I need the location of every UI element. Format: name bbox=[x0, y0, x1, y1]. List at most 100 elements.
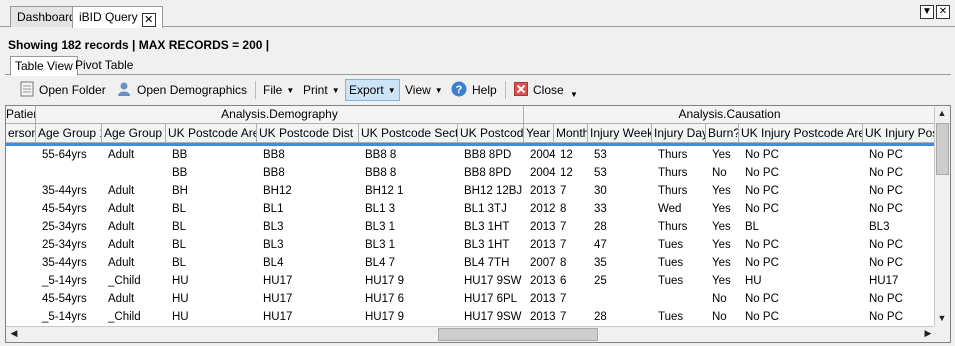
table-cell: No PC bbox=[869, 311, 903, 323]
horizontal-scrollbar[interactable]: ◀ ▶ bbox=[6, 326, 936, 342]
table-cell bbox=[592, 290, 654, 308]
table-row[interactable]: 45-54yrs Adult HU HU17 HU17 6 HU17 6PL 2013 7 No… bbox=[6, 290, 936, 308]
table-cell: Yes bbox=[712, 149, 731, 161]
column-header[interactable]: erson bbox=[6, 124, 36, 143]
table-cell: BL3 1 bbox=[365, 239, 396, 251]
file-menu-button[interactable]: File ▼ bbox=[260, 79, 297, 101]
export-menu-button[interactable]: Export ▼ bbox=[345, 79, 400, 101]
column-header[interactable]: UK Postcode Sector bbox=[359, 124, 458, 143]
table-cell: HU17 9 bbox=[365, 311, 404, 323]
table-cell: BH12 1 bbox=[365, 185, 404, 197]
table-cell: No PC bbox=[745, 239, 779, 251]
scroll-down-icon[interactable]: ▼ bbox=[935, 312, 949, 326]
column-header[interactable]: Month bbox=[554, 124, 588, 143]
table-cell: Adult bbox=[108, 221, 135, 233]
dropdown-caret-icon: ▼ bbox=[286, 85, 295, 95]
table-cell: _5-14yrs bbox=[42, 311, 87, 323]
close-window-icon[interactable]: ✕ bbox=[936, 5, 950, 19]
column-header[interactable]: UK Postcode bbox=[458, 124, 524, 143]
table-cell: No PC bbox=[745, 167, 779, 179]
close-tab-icon[interactable]: ✕ bbox=[141, 13, 156, 27]
table-cell: No bbox=[712, 167, 727, 179]
toolbar-overflow-icon[interactable]: ▼ bbox=[567, 83, 581, 105]
table-cell: No PC bbox=[869, 203, 903, 215]
column-header[interactable]: Burn? bbox=[706, 124, 739, 143]
dropdown-caret-icon: ▼ bbox=[331, 85, 340, 95]
table-row[interactable]: BB BB8 BB8 8 BB8 8PD 2004 12 53 Thurs No No PC No … bbox=[6, 164, 936, 182]
table-cell: No PC bbox=[869, 149, 903, 161]
column-header[interactable]: UK Postcode Dist bbox=[257, 124, 359, 143]
table-cell bbox=[10, 254, 38, 272]
table-cell: BL1 bbox=[263, 203, 284, 215]
table-cell: Thurs bbox=[658, 221, 688, 233]
table-row[interactable]: 25-34yrs Adult BL BL3 BL3 1 BL3 1HT 2013 7 47 Tue… bbox=[6, 236, 936, 254]
horizontal-scroll-thumb[interactable] bbox=[438, 328, 598, 341]
dropdown-caret-icon: ▼ bbox=[434, 85, 443, 95]
column-header[interactable]: Age Group 2 bbox=[102, 124, 166, 143]
table-row[interactable]: _5-14yrs _Child HU HU17 HU17 9 HU17 9SW 2013 6 2… bbox=[6, 272, 936, 290]
table-cell: 2013 bbox=[530, 239, 556, 251]
table-cell: 25-34yrs bbox=[42, 239, 87, 251]
table-cell: 30 bbox=[594, 185, 607, 197]
table-cell: HU17 bbox=[263, 275, 293, 287]
tab-ibid-query[interactable]: iBID Query ✕ bbox=[72, 6, 163, 28]
column-header[interactable]: UK Postcode Area bbox=[166, 124, 257, 143]
column-header[interactable]: UK Injury Post bbox=[863, 124, 936, 143]
open-folder-button[interactable]: Open Folder bbox=[17, 79, 109, 101]
table-row[interactable]: 25-34yrs Adult BL BL3 BL3 1 BL3 1HT 2013 7 28 Thu… bbox=[6, 218, 936, 236]
scroll-up-icon[interactable]: ▲ bbox=[935, 107, 949, 121]
close-label: Close bbox=[533, 83, 564, 97]
table-row[interactable]: 35-44yrs Adult BH BH12 BH12 1 BH12 12BJ 2013 7 3… bbox=[6, 182, 936, 200]
toolbar-separator bbox=[255, 81, 256, 99]
table-cell: Yes bbox=[712, 239, 731, 251]
open-demographics-button[interactable]: Open Demographics bbox=[113, 79, 250, 101]
toolbar-separator bbox=[505, 81, 506, 99]
results-table[interactable]: Patien Analysis.Demography Analysis.Caus… bbox=[5, 105, 951, 343]
print-menu-button[interactable]: Print ▼ bbox=[300, 79, 343, 101]
close-button[interactable]: Close bbox=[511, 79, 567, 101]
table-cell bbox=[10, 200, 38, 218]
table-cell: 6 bbox=[560, 275, 567, 287]
vertical-scroll-thumb[interactable] bbox=[936, 123, 949, 175]
table-cell bbox=[10, 218, 38, 236]
table-row[interactable]: 35-44yrs Adult BL BL4 BL4 7 BL4 7TH 2007 8 35 Tue… bbox=[6, 254, 936, 272]
table-cell: No PC bbox=[745, 149, 779, 161]
scroll-left-icon[interactable]: ◀ bbox=[7, 327, 21, 341]
column-header[interactable]: Year bbox=[524, 124, 554, 143]
table-cell: HU bbox=[745, 275, 762, 287]
vertical-scrollbar[interactable]: ▲ ▼ bbox=[934, 106, 950, 327]
column-header[interactable]: Injury Day bbox=[652, 124, 706, 143]
table-cell: 28 bbox=[594, 221, 607, 233]
table-cell: BB8 8 bbox=[365, 167, 397, 179]
help-icon: ? bbox=[451, 81, 467, 100]
table-cell: No PC bbox=[869, 239, 903, 251]
table-cell: 7 bbox=[560, 221, 567, 233]
table-row[interactable]: 45-54yrs Adult BL BL1 BL1 3 BL1 3TJ 2012 8 33 Wed… bbox=[6, 200, 936, 218]
table-cell: 7 bbox=[560, 293, 567, 305]
view-menu-label: View bbox=[405, 83, 431, 97]
table-row[interactable]: 55-64yrs Adult BB BB8 BB8 8 BB8 8PD 2004 12 53 Th… bbox=[6, 146, 936, 164]
table-cell: BL3 bbox=[869, 221, 890, 233]
svg-text:?: ? bbox=[456, 84, 463, 96]
column-header[interactable]: UK Injury Postcode Area bbox=[739, 124, 863, 143]
table-cell: Yes bbox=[712, 275, 731, 287]
help-button[interactable]: ? Help bbox=[448, 79, 500, 101]
table-cell: 2007 bbox=[530, 257, 556, 269]
chevron-down-icon[interactable]: ▼ bbox=[920, 5, 934, 19]
view-menu-button[interactable]: View ▼ bbox=[402, 79, 446, 101]
table-cell: HU17 9SW bbox=[464, 311, 522, 323]
table-cell: No PC bbox=[745, 185, 779, 197]
column-header[interactable]: Injury Week bbox=[588, 124, 652, 143]
table-cell: 8 bbox=[560, 203, 567, 215]
tab-table-view[interactable]: Table View bbox=[10, 56, 78, 76]
table-cell: Yes bbox=[712, 203, 731, 215]
scroll-right-icon[interactable]: ▶ bbox=[921, 327, 935, 341]
open-folder-label: Open Folder bbox=[39, 83, 106, 97]
column-header[interactable]: Age Group 1 bbox=[36, 124, 102, 143]
table-cell: No PC bbox=[869, 167, 903, 179]
table-cell: Adult bbox=[108, 239, 135, 251]
tab-pivot-table[interactable]: Pivot Table bbox=[71, 56, 137, 75]
table-cell: BL3 1 bbox=[365, 221, 396, 233]
table-cell: 47 bbox=[594, 239, 607, 251]
table-row[interactable]: _5-14yrs _Child HU HU17 HU17 9 HU17 9SW 2013 7 2… bbox=[6, 308, 936, 326]
